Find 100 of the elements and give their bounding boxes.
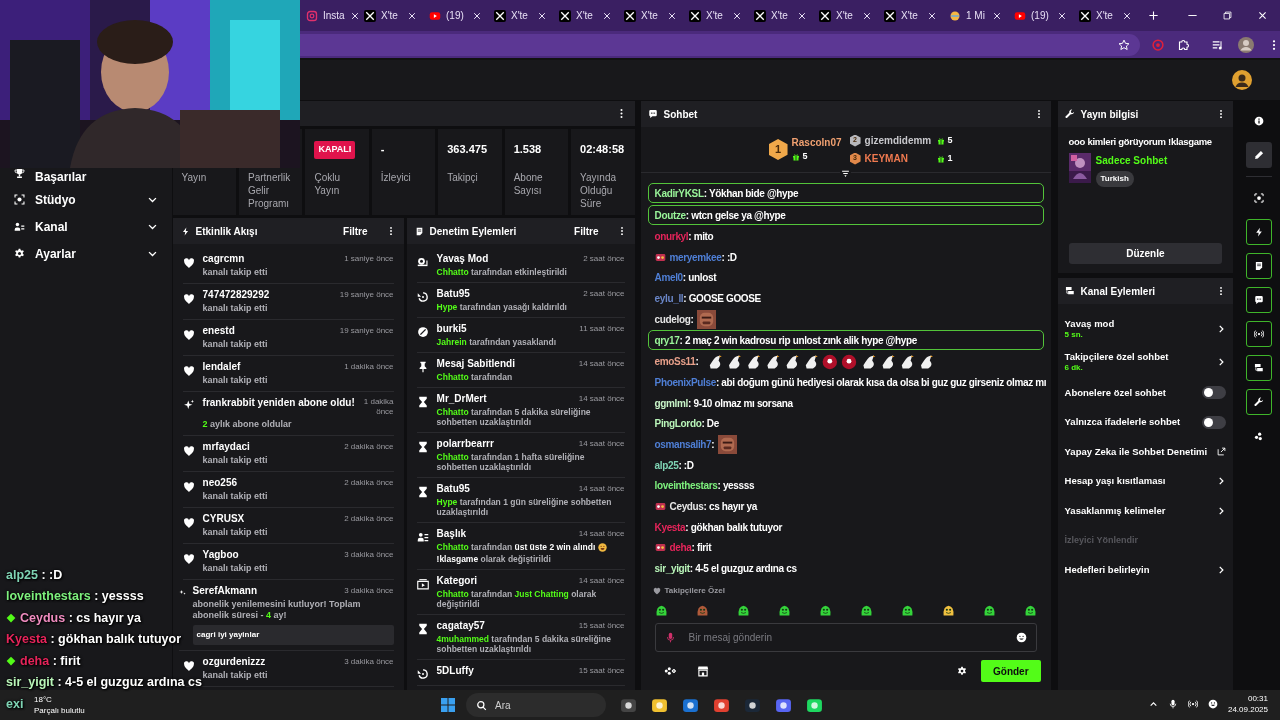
sidebar-item[interactable]: Başarılar <box>0 168 172 186</box>
toggle-switch[interactable] <box>1202 415 1227 429</box>
close-icon[interactable] <box>667 10 677 21</box>
overlay-chat-message: sir_yigit : 4-5 el guzguz ardına cs <box>6 674 202 692</box>
heart-icon <box>182 329 195 341</box>
app-icon[interactable] <box>775 696 792 714</box>
category-link[interactable]: Sadece Sohbet <box>1095 153 1168 169</box>
search-field[interactable]: Ara <box>466 693 606 717</box>
browser-tab[interactable]: Insta <box>300 3 358 28</box>
rail-button[interactable] <box>1245 219 1272 245</box>
close-icon[interactable] <box>537 10 547 21</box>
browser-tab[interactable]: X'te <box>683 3 748 28</box>
sidebar-item[interactable]: Kanal <box>0 213 172 240</box>
emote-icon[interactable] <box>982 603 996 617</box>
folder-icon[interactable] <box>651 696 668 714</box>
bookmark-star-icon[interactable] <box>1118 38 1130 51</box>
emote-icon[interactable] <box>900 603 914 617</box>
browser-tab[interactable]: X'te <box>358 3 423 28</box>
rail-button[interactable] <box>1245 253 1272 279</box>
rail-button[interactable] <box>1245 142 1272 168</box>
rail-button[interactable] <box>1245 355 1272 381</box>
note-icon <box>414 226 424 236</box>
channel-action[interactable]: Takipçilere özel sohbet 6 dk. <box>1064 345 1227 378</box>
site-icon <box>689 9 701 22</box>
media-icon[interactable] <box>1212 38 1224 51</box>
chat-message: Amel0: unlost <box>654 271 717 286</box>
new-tab-icon[interactable] <box>1148 10 1159 21</box>
panel-title: Yayın bilgisi <box>1080 107 1140 122</box>
channel-action[interactable]: Yapay Zeka ile Sohbet Denetimi <box>1064 437 1227 467</box>
channel-action[interactable]: Abonelere özel sohbet <box>1064 378 1227 408</box>
restore-icon[interactable] <box>1222 10 1233 21</box>
edit-button[interactable]: Düzenle <box>1068 243 1223 264</box>
browser-icon[interactable] <box>713 696 730 714</box>
browser-tab[interactable]: X'te <box>553 3 618 28</box>
mail-icon[interactable] <box>682 696 699 714</box>
close-icon[interactable] <box>1057 10 1067 21</box>
close-icon[interactable] <box>862 10 872 21</box>
timestamp: 2 saat önce <box>583 288 625 300</box>
close-icon[interactable] <box>349 10 360 21</box>
channel-action[interactable]: Hesap yaşı kısıtlaması <box>1064 466 1227 496</box>
undo-icon <box>416 668 429 680</box>
emote-icon[interactable] <box>777 603 791 617</box>
dots-icon <box>1253 431 1264 441</box>
sidebar-item[interactable]: Ayarlar <box>0 240 172 267</box>
filter-button[interactable]: Filtre <box>574 223 599 239</box>
close-icon[interactable] <box>1122 10 1132 21</box>
close-icon[interactable] <box>407 10 417 21</box>
avatar[interactable] <box>1238 36 1254 53</box>
rail-button[interactable] <box>1245 287 1272 313</box>
emote-icon[interactable] <box>818 603 832 617</box>
close-icon[interactable] <box>1257 10 1268 21</box>
start-icon[interactable] <box>440 697 456 713</box>
emoji-icon[interactable] <box>1015 632 1027 643</box>
music-icon[interactable] <box>806 696 823 714</box>
browser-tab[interactable]: X'te <box>1073 3 1138 28</box>
emote-icon[interactable] <box>859 603 873 617</box>
close-icon[interactable] <box>732 10 742 21</box>
window-icon[interactable] <box>620 696 637 714</box>
emote-icon[interactable] <box>736 603 750 617</box>
extensions-icon[interactable] <box>1178 38 1190 51</box>
chevron-up-icon[interactable] <box>1148 699 1158 709</box>
browser-tab[interactable]: X'te <box>748 3 813 28</box>
emote-icon[interactable] <box>941 603 955 617</box>
browser-tab[interactable]: X'te <box>488 3 553 28</box>
video-icon <box>416 578 429 590</box>
close-icon[interactable] <box>602 10 612 21</box>
microphone-icon[interactable] <box>1167 699 1178 709</box>
browser-tab[interactable]: 1 Mi <box>943 3 1008 28</box>
settings-icon[interactable] <box>957 666 967 676</box>
toggle-switch[interactable] <box>1202 386 1227 400</box>
rail-button[interactable] <box>1245 321 1272 347</box>
channel-action[interactable]: Yalnızca ifadelerle sohbet <box>1064 407 1227 437</box>
message-input[interactable]: Bir mesaj gönderin <box>654 623 1037 652</box>
rail-button[interactable] <box>1245 389 1272 415</box>
sub-message: cagri iyi yayinlar <box>192 625 394 645</box>
channel-action[interactable]: Yavaş mod 5 sn. <box>1064 312 1227 345</box>
channel-action[interactable]: Hedefleri belirleyin <box>1064 555 1227 585</box>
app-icon[interactable] <box>744 696 761 714</box>
emote-icon[interactable] <box>1023 603 1037 617</box>
send-button[interactable]: Gönder <box>981 660 1041 682</box>
address-field[interactable] <box>300 33 1140 56</box>
close-icon[interactable] <box>992 10 1002 21</box>
browser-tab[interactable]: X'te <box>618 3 683 28</box>
channel-action[interactable]: Yasaklanmış kelimeler <box>1064 496 1227 526</box>
emote-icon[interactable] <box>654 603 668 617</box>
browser-tab[interactable]: X'te <box>878 3 943 28</box>
emoji-icon <box>598 542 608 552</box>
info-icon <box>1253 116 1264 126</box>
browser-tab[interactable]: (19) <box>423 3 488 28</box>
filter-button[interactable]: Filtre <box>343 223 368 239</box>
clock-date: 24.09.2025 <box>1227 704 1268 715</box>
close-icon[interactable] <box>927 10 937 21</box>
sidebar-item[interactable]: Stüdyo <box>0 186 172 213</box>
avatar[interactable] <box>1232 70 1252 90</box>
browser-tab[interactable]: X'te <box>813 3 878 28</box>
close-icon[interactable] <box>472 10 482 21</box>
close-icon[interactable] <box>797 10 807 21</box>
browser-tab[interactable]: (19) <box>1008 3 1073 28</box>
network-icon[interactable] <box>1187 699 1198 709</box>
store-icon[interactable] <box>696 665 709 677</box>
